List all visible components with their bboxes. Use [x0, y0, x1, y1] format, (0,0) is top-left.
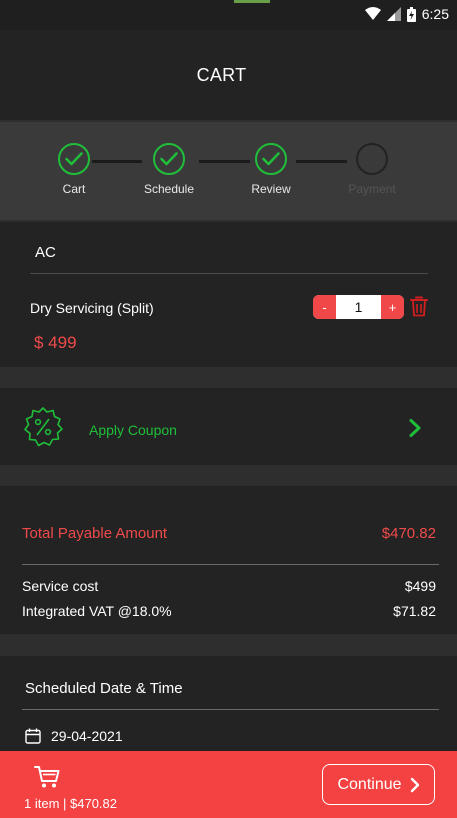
apply-coupon-label: Apply Coupon [89, 422, 177, 438]
scheduled-date: 29-04-2021 [25, 728, 123, 744]
step-label: Payment [348, 182, 396, 196]
continue-button[interactable]: Continue [322, 764, 435, 805]
check-icon [255, 143, 287, 175]
row-value: $499 [404, 578, 436, 594]
category-title: AC [35, 244, 56, 261]
step-cart: Cart [34, 143, 114, 196]
schedule-card: Scheduled Date & Time 29-04-2021 [0, 656, 457, 756]
discount-badge-icon [24, 407, 63, 447]
row-label: Service cost [22, 578, 99, 594]
quantity-stepper: - 1 + [313, 295, 404, 319]
step-label: Cart [62, 182, 86, 196]
service-cost-row: Service cost $499 [22, 578, 436, 594]
app-bar: CART [0, 30, 457, 120]
check-icon [153, 143, 185, 175]
signal-icon [386, 7, 401, 21]
step-payment: Payment [332, 143, 412, 196]
page-title: CART [196, 64, 247, 85]
battery-icon [406, 6, 416, 22]
price-summary-card: Total Payable Amount $470.82 Service cos… [0, 486, 457, 634]
step-review: Review [231, 143, 311, 196]
status-bar: 6:25 [0, 0, 457, 30]
wifi-icon [364, 7, 381, 20]
divider [22, 564, 439, 565]
divider [30, 273, 428, 274]
step-label: Schedule [143, 182, 195, 196]
row-label: Integrated VAT @18.0% [22, 603, 172, 619]
cart-icon [34, 766, 60, 788]
item-price: $ 499 [34, 333, 77, 352]
row-value: $71.82 [393, 603, 436, 619]
decrease-quantity-button[interactable]: - [313, 295, 336, 319]
check-icon [58, 143, 90, 175]
status-icons: 6:25 [364, 6, 449, 22]
step-label: Review [251, 182, 291, 196]
quantity-value: 1 [354, 299, 363, 315]
total-payable-value: $470.82 [381, 525, 436, 542]
divider [22, 709, 439, 710]
vat-row: Integrated VAT @18.0% $71.82 [22, 603, 436, 619]
schedule-title: Scheduled Date & Time [25, 680, 183, 697]
calendar-icon [25, 728, 41, 744]
pending-step-icon [356, 143, 388, 175]
total-payable-label: Total Payable Amount [22, 525, 168, 542]
checkout-bar: 1 item | $470.82 Continue [0, 751, 457, 818]
cart-item-card: AC Dry Servicing (Split) - 1 + $ 499 [0, 222, 457, 367]
checkout-stepper: Cart Schedule Review Payment [0, 122, 457, 220]
chevron-right-icon [410, 777, 419, 792]
increase-quantity-button[interactable]: + [380, 295, 404, 319]
step-schedule: Schedule [129, 143, 209, 196]
clock: 6:25 [421, 6, 449, 22]
chevron-right-icon [409, 419, 421, 437]
apply-coupon-row[interactable]: Apply Coupon [0, 388, 457, 465]
date-value: 29-04-2021 [51, 728, 123, 744]
item-name: Dry Servicing (Split) [30, 300, 154, 316]
trash-icon[interactable] [410, 296, 428, 317]
cart-summary: 1 item | $470.82 [24, 796, 117, 811]
continue-label: Continue [337, 775, 402, 793]
status-indicator [234, 0, 270, 3]
